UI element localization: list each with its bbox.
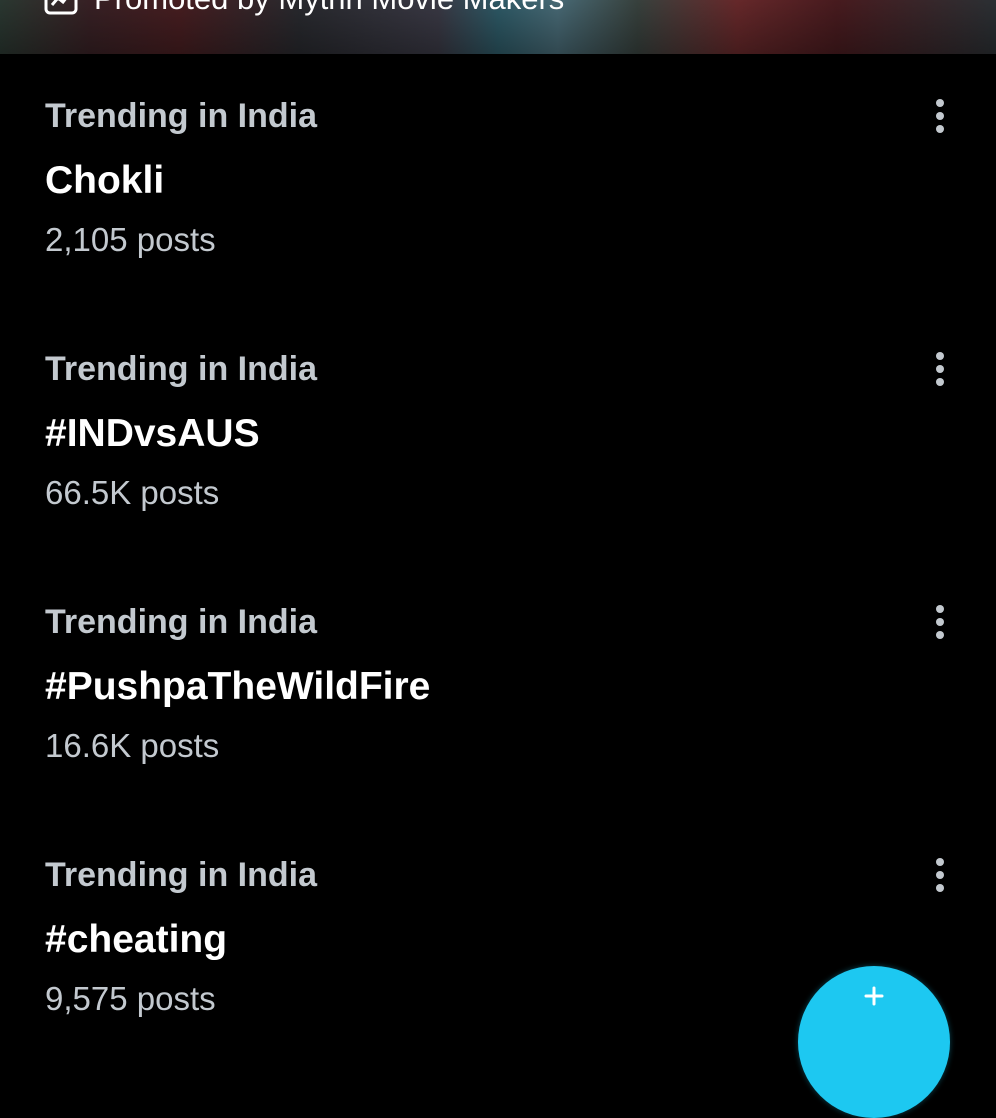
promoted-banner[interactable]: Promoted by Mythri Movie Makers: [0, 0, 996, 54]
more-dot: [936, 618, 944, 626]
trend-name: #cheating: [45, 918, 228, 961]
more-options-icon[interactable]: [920, 598, 960, 646]
trend-name: Chokli: [45, 159, 165, 202]
more-dot: [936, 884, 944, 892]
more-dot: [936, 352, 944, 360]
more-dot: [936, 605, 944, 613]
more-options-icon[interactable]: [920, 92, 960, 140]
more-options-icon[interactable]: [920, 851, 960, 899]
trend-post-count: 2,105 posts: [45, 221, 216, 258]
trend-item[interactable]: Trending in India #INDvsAUS 66.5K posts: [0, 307, 996, 560]
more-dot: [936, 631, 944, 639]
more-options-icon[interactable]: [920, 345, 960, 393]
trend-post-count: 16.6K posts: [45, 727, 220, 764]
more-dot: [936, 112, 944, 120]
trend-name: #INDvsAUS: [45, 412, 260, 455]
trend-name: #PushpaTheWildFire: [45, 665, 431, 708]
trend-context: Trending in India: [45, 603, 317, 641]
trend-item[interactable]: Trending in India #PushpaTheWildFire 16.…: [0, 560, 996, 813]
trend-item[interactable]: Trending in India Chokli 2,105 posts: [0, 54, 996, 307]
trend-context: Trending in India: [45, 350, 317, 388]
trending-list: Trending in India Chokli 2,105 posts Tre…: [0, 54, 996, 1066]
promoted-icon: [44, 0, 78, 15]
promoted-label: Promoted by Mythri Movie Makers: [94, 0, 564, 17]
trend-context: Trending in India: [45, 856, 317, 894]
more-dot: [936, 125, 944, 133]
more-dot: [936, 858, 944, 866]
promoted-row: Promoted by Mythri Movie Makers: [44, 0, 564, 16]
trend-post-count: 9,575 posts: [45, 980, 216, 1017]
more-dot: [936, 99, 944, 107]
compose-post-button[interactable]: [798, 966, 950, 1118]
more-dot: [936, 378, 944, 386]
trend-post-count: 66.5K posts: [45, 474, 220, 511]
more-dot: [936, 871, 944, 879]
compose-plus-icon: [862, 984, 886, 1008]
trend-context: Trending in India: [45, 97, 317, 135]
more-dot: [936, 365, 944, 373]
